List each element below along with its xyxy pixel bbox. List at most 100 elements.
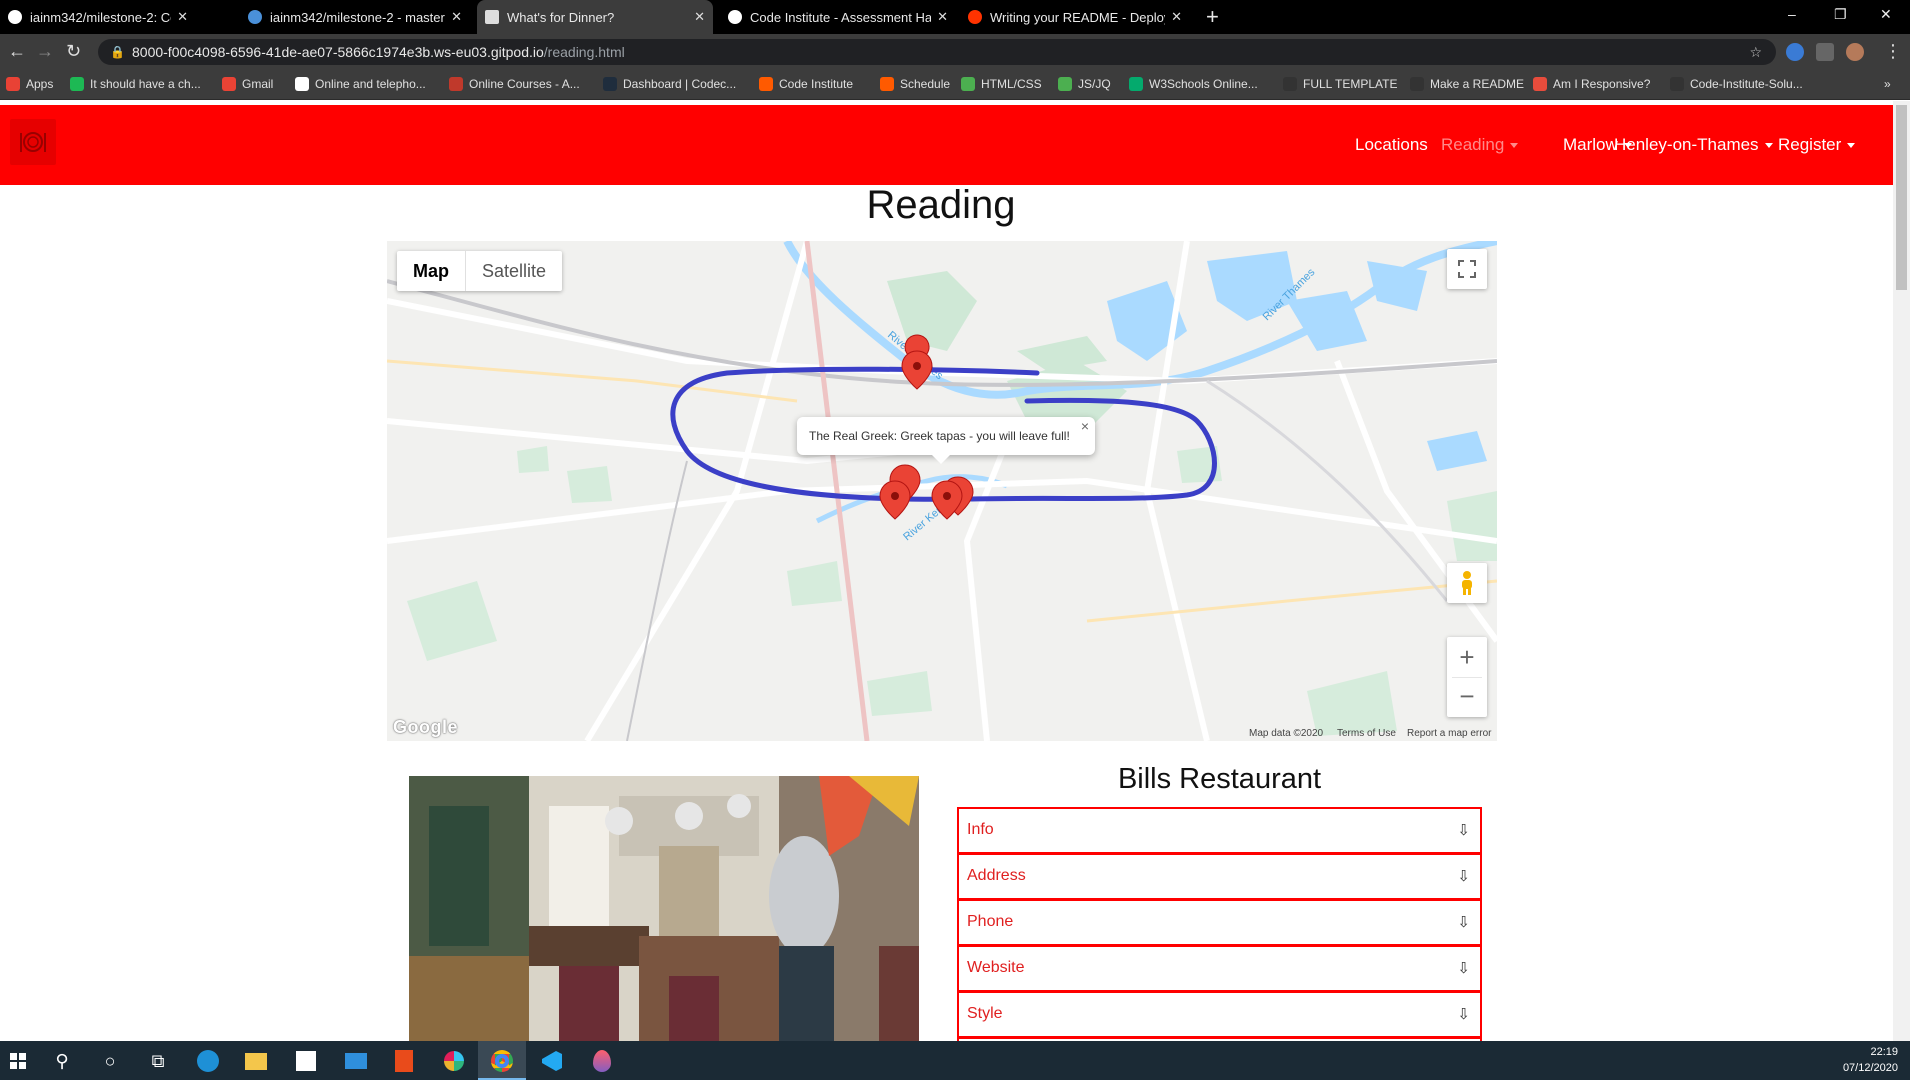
bookmark-item[interactable]: Dashboard | Codec... [603, 77, 736, 91]
nav-register[interactable]: Register [1778, 135, 1856, 155]
bookmark-item[interactable]: Online and telepho... [295, 77, 426, 91]
bookmark-icon [1058, 77, 1072, 91]
bookmark-label: FULL TEMPLATE [1303, 77, 1398, 91]
close-tab-icon[interactable]: ✕ [451, 9, 462, 25]
map-type-map-button[interactable]: Map [397, 251, 466, 291]
scrollbar-thumb[interactable] [1896, 105, 1907, 290]
search-icon[interactable]: ⚲ [50, 1049, 74, 1073]
globe-icon [728, 10, 742, 24]
terms-link[interactable]: Terms of Use [1337, 728, 1396, 739]
zoom-out-button[interactable]: − [1452, 677, 1482, 717]
bookmark-item[interactable]: JS/JQ [1058, 77, 1111, 91]
bookmark-label: Make a README [1430, 77, 1525, 91]
map-tiles: River Thames River Thames River Kennet [387, 241, 1497, 741]
slack-icon[interactable] [442, 1049, 466, 1073]
new-tab-button[interactable]: + [1198, 0, 1232, 34]
system-clock[interactable]: 22:19 07/12/2020 [1843, 1044, 1898, 1076]
gitpod-icon [248, 10, 262, 24]
restore-icon[interactable]: ❐ [1834, 6, 1847, 23]
nav-reading[interactable]: Reading [1441, 135, 1519, 155]
close-tab-icon[interactable]: ✕ [177, 9, 188, 25]
nav-locations[interactable]: Locations [1355, 135, 1428, 155]
close-tab-icon[interactable]: ✕ [694, 9, 705, 25]
vscode-icon[interactable] [540, 1049, 564, 1073]
street-view-pegman-icon[interactable] [1447, 563, 1487, 603]
puzzle-icon[interactable] [1816, 43, 1834, 61]
bookmark-item[interactable]: HTML/CSS [961, 77, 1042, 91]
mail-icon[interactable] [344, 1049, 368, 1073]
url-field[interactable]: 🔒 8000-f00c4098-6596-41de-ae07-5866c1974… [98, 39, 1776, 65]
cortana-icon[interactable]: ○ [98, 1049, 122, 1073]
browser-tab-active[interactable]: What's for Dinner? ✕ [477, 0, 713, 34]
restaurant-name: Bills Restaurant [1117, 763, 1322, 795]
star-icon[interactable]: ☆ [1749, 39, 1762, 65]
bookmark-item[interactable]: Schedule [880, 77, 950, 91]
extension-icon[interactable] [1786, 43, 1804, 61]
nav-henley-on-thames[interactable]: Henley-on-Thames [1614, 135, 1773, 155]
map-type-control: Map Satellite [397, 251, 563, 291]
edge-icon[interactable] [196, 1049, 220, 1073]
bookmark-icon [1670, 77, 1684, 91]
bookmark-item[interactable]: W3Schools Online... [1129, 77, 1258, 91]
file-explorer-icon[interactable] [244, 1049, 268, 1073]
zoom-control: + − [1447, 637, 1487, 717]
map-info-window: The Real Greek: Greek tapas - you will l… [797, 417, 1095, 464]
chrome-icon[interactable] [490, 1049, 514, 1073]
bookmark-label: Gmail [242, 77, 274, 91]
bookmark-item[interactable]: Gmail [222, 77, 273, 91]
accordion-label: Info [967, 821, 994, 838]
bookmark-label: Code-Institute-Solu... [1690, 77, 1803, 91]
page-scrollbar[interactable] [1893, 101, 1910, 1041]
store-icon[interactable] [294, 1049, 318, 1073]
browser-tab[interactable]: iainm342/milestone-2: Code Insti ✕ [0, 0, 196, 34]
close-tab-icon[interactable]: ✕ [1171, 9, 1182, 25]
bookmark-label: Online and telepho... [315, 77, 426, 91]
bookmark-label: Code Institute [779, 77, 854, 91]
bookmark-item[interactable]: Code Institute [759, 77, 853, 91]
expand-arrow-icon: ⇩ [1457, 1006, 1470, 1023]
browser-tab[interactable]: Code Institute - Assessment Han ✕ [720, 0, 956, 34]
info-window-text: The Real Greek: Greek tapas - you will l… [809, 429, 1070, 443]
map-type-satellite-button[interactable]: Satellite [466, 251, 562, 291]
avatar[interactable] [1846, 43, 1864, 61]
bookmark-item[interactable]: Online Courses - A... [449, 77, 580, 91]
close-window-icon[interactable]: ✕ [1880, 6, 1892, 23]
menu-icon[interactable]: ⋮ [1884, 42, 1902, 60]
report-map-error-link[interactable]: Report a map error [1407, 728, 1491, 739]
accordion-address[interactable]: Address ⇩ [957, 853, 1482, 899]
bookmark-item[interactable]: Apps [6, 77, 53, 91]
bookmark-item[interactable]: Code-Institute-Solu... [1670, 77, 1803, 91]
windows-start-icon[interactable] [6, 1049, 30, 1073]
bookmark-item[interactable]: FULL TEMPLATE [1283, 77, 1397, 91]
zoom-in-button[interactable]: + [1459, 637, 1474, 677]
expand-arrow-icon: ⇩ [1457, 868, 1470, 885]
accordion-style[interactable]: Style ⇩ [957, 991, 1482, 1037]
google-logo[interactable]: Google [393, 717, 458, 738]
plate-cutlery-icon[interactable] [10, 119, 56, 165]
windows-taskbar: ⚲ ○ ⧉ 22:19 07/12/2020 [0, 1041, 1910, 1080]
paint-drop-icon[interactable] [590, 1049, 614, 1073]
accordion-phone[interactable]: Phone ⇩ [957, 899, 1482, 945]
task-view-icon[interactable]: ⧉ [146, 1049, 170, 1073]
bookmark-icon [295, 77, 309, 91]
minimize-icon[interactable]: – [1788, 6, 1796, 22]
bookmark-label: Online Courses - A... [469, 77, 580, 91]
expand-arrow-icon: ⇩ [1457, 960, 1470, 977]
forward-icon[interactable]: → [36, 42, 54, 60]
accordion-website[interactable]: Website ⇩ [957, 945, 1482, 991]
browser-tab[interactable]: iainm342/milestone-2 - master ✕ [240, 0, 470, 34]
browser-tab[interactable]: Writing your README - Deploym ✕ [960, 0, 1190, 34]
fullscreen-icon[interactable] [1447, 249, 1487, 289]
bookmark-item[interactable]: Make a README [1410, 77, 1524, 91]
bookmarks-overflow-icon[interactable]: » [1884, 77, 1891, 91]
office-icon[interactable] [392, 1049, 416, 1073]
google-map[interactable]: River Thames River Thames River Kennet M… [387, 241, 1497, 741]
accordion-info[interactable]: Info ⇩ [957, 807, 1482, 853]
reload-icon[interactable]: ↻ [66, 42, 81, 60]
bookmark-item[interactable]: Am I Responsive? [1533, 77, 1650, 91]
close-icon[interactable]: × [1081, 407, 1089, 445]
tab-title: iainm342/milestone-2: Code Insti [30, 9, 171, 25]
close-tab-icon[interactable]: ✕ [937, 9, 948, 25]
bookmark-item[interactable]: It should have a ch... [70, 77, 201, 91]
back-icon[interactable]: ← [8, 42, 26, 60]
